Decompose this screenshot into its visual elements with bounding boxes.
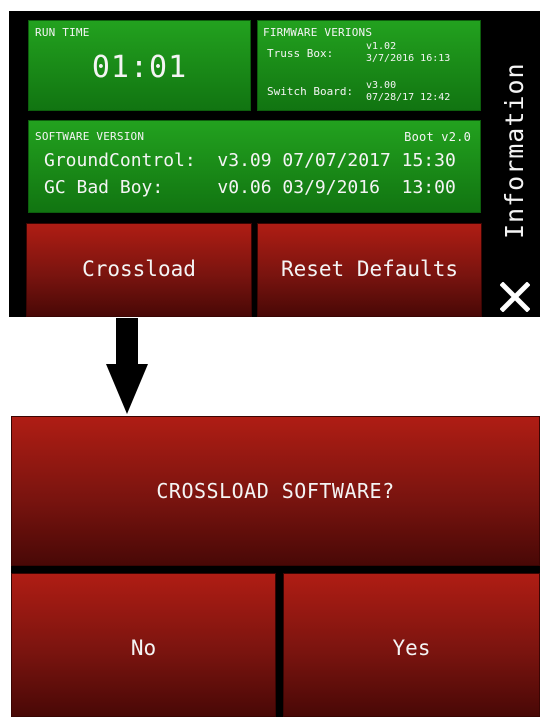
reset-defaults-button-label: Reset Defaults [280,257,458,281]
yes-button-label: Yes [392,636,431,660]
software-row-groundcontrol: GroundControl: v3.09 07/07/2017 15:30 [44,150,456,171]
software-label: SOFTWARE VERSION [35,130,145,143]
firmware-label: FIRMWARE VERIONS [263,26,373,39]
truss-box-version: v1.02 [366,41,397,52]
no-button[interactable]: No [11,573,276,717]
truss-box-date: 3/7/2016 16:13 [366,53,451,64]
reset-defaults-button[interactable]: Reset Defaults [257,223,482,317]
run-time-value: 01:01 [91,50,188,85]
run-time-label: RUN TIME [35,26,90,39]
truss-box-label: Truss Box: [267,47,334,60]
crossload-dialog: CROSSLOAD SOFTWARE? No Yes [11,416,540,717]
crossload-button[interactable]: Crossload [26,223,252,317]
close-icon[interactable] [500,282,530,312]
no-button-label: No [130,636,157,660]
dialog-title: CROSSLOAD SOFTWARE? [156,479,395,503]
switch-board-date: 07/28/17 12:42 [366,92,451,103]
information-screen: RUN TIME 01:01 FIRMWARE VERIONS Truss Bo… [9,11,540,317]
yes-button[interactable]: Yes [283,573,540,717]
crossload-button-label: Crossload [82,257,196,281]
run-time-panel: RUN TIME 01:01 [28,20,251,111]
firmware-panel: FIRMWARE VERIONS Truss Box: v1.02 3/7/20… [257,20,481,111]
switch-board-version: v3.00 [366,80,397,91]
switch-board-label: Switch Board: [267,85,354,98]
software-panel: SOFTWARE VERSION Boot v2.0 GroundControl… [28,120,481,213]
software-row-gc-bad-boy: GC Bad Boy: v0.06 03/9/2016 13:00 [44,177,456,198]
information-title: Information [500,62,529,239]
boot-version: Boot v2.0 [404,130,471,144]
dialog-title-panel: CROSSLOAD SOFTWARE? [11,416,540,566]
down-arrow-icon [106,318,148,414]
